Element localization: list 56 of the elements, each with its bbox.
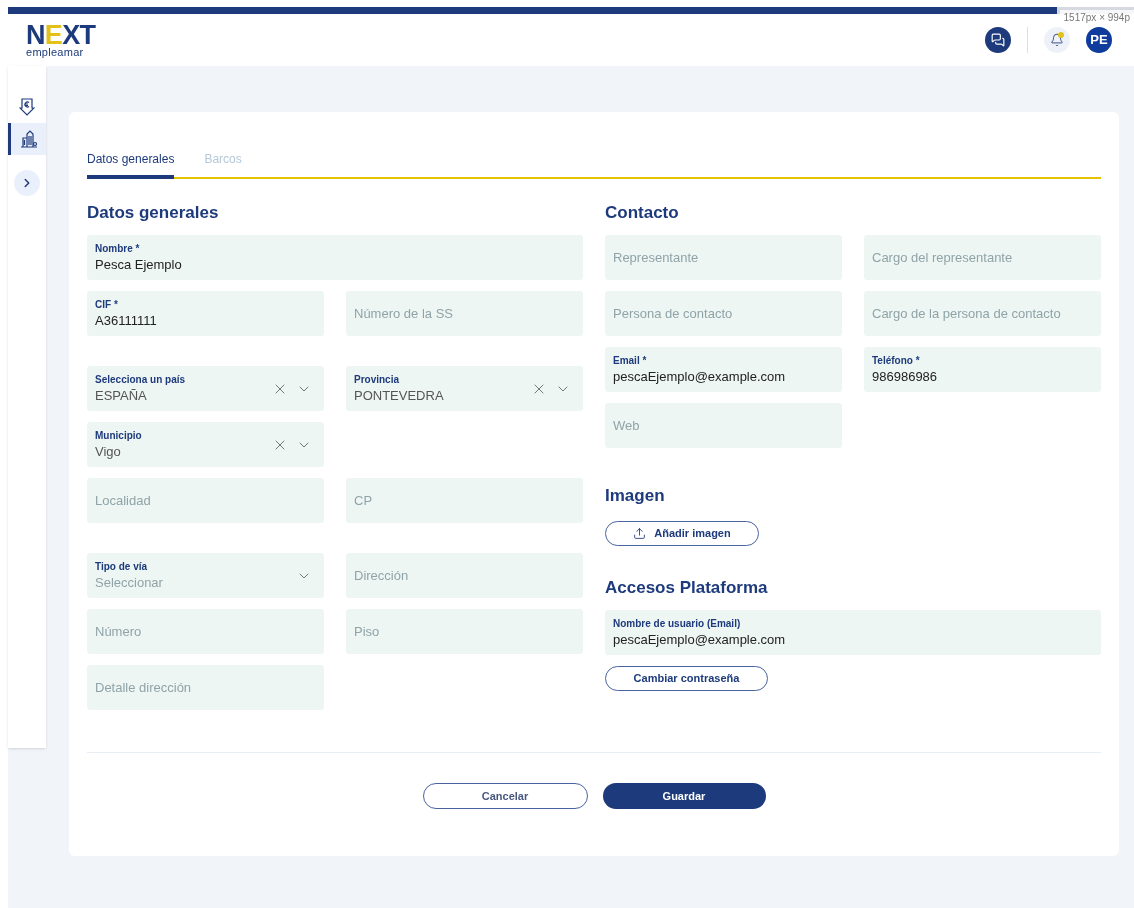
field-label: Nombre de usuario (Email)	[613, 616, 742, 631]
field-placeholder: Localidad	[95, 491, 152, 510]
field-placeholder: Persona de contacto	[613, 304, 734, 323]
field-value: 986986986	[872, 367, 939, 386]
field-placeholder: Seleccionar	[95, 573, 164, 592]
input-field[interactable]: Nombre * Pesca Ejemplo	[87, 235, 583, 280]
expand-sidebar-button[interactable]	[14, 170, 40, 196]
field-label: Municipio	[95, 428, 143, 443]
field-label: CIF *	[95, 297, 119, 312]
select-field[interactable]: Provincia PONTEVEDRA	[346, 366, 583, 411]
section-heading: Imagen	[605, 486, 666, 506]
field-placeholder: Web	[613, 416, 641, 435]
section-heading: Datos generales	[87, 203, 220, 223]
bell-icon	[1050, 33, 1064, 47]
field-placeholder: Detalle dirección	[95, 678, 193, 697]
field-placeholder: Dirección	[354, 566, 410, 585]
field-placeholder: Piso	[354, 622, 381, 641]
field-placeholder: CP	[354, 491, 374, 510]
field-placeholder: Número	[95, 622, 143, 641]
dimension-overlay: 1517px × 994p	[1059, 10, 1134, 25]
section-heading: Contacto	[605, 203, 680, 223]
field-value: Vigo	[95, 442, 122, 461]
euro-down-arrow-icon	[19, 98, 35, 116]
sidebar-item[interactable]	[8, 123, 46, 155]
input-field[interactable]: CIF * A36111111	[87, 291, 324, 336]
user-avatar[interactable]: PE	[1086, 27, 1112, 53]
field-label: Provincia	[354, 372, 401, 387]
field-value: A36111111	[95, 311, 158, 330]
select-field[interactable]: Tipo de vía Seleccionar	[87, 553, 324, 598]
chat-button[interactable]	[985, 27, 1011, 53]
buildings-icon	[19, 130, 38, 148]
save-button[interactable]: Guardar	[602, 783, 766, 809]
notifications-button[interactable]	[1044, 27, 1070, 53]
field-label: Teléfono *	[872, 353, 921, 368]
field-label: Nombre *	[95, 241, 141, 256]
field-placeholder: Cargo de la persona de contacto	[872, 304, 1062, 323]
input-field[interactable]: Email * pescaEjemplo@example.com	[605, 347, 842, 392]
field-value: PONTEVEDRA	[354, 386, 445, 405]
input-field[interactable]: Nombre de usuario (Email) pescaEjemplo@example.com	[605, 610, 1101, 655]
upload-icon	[633, 527, 647, 540]
chat-icon	[991, 33, 1005, 47]
section-heading: Accesos Plataforma	[605, 578, 769, 598]
field-label: Tipo de vía	[95, 559, 149, 574]
field-placeholder: Cargo del representante	[872, 248, 1014, 267]
field-placeholder: Número de la SS	[354, 304, 454, 323]
field-label: Selecciona un país	[95, 372, 187, 387]
tab[interactable]: Datos generales	[87, 150, 175, 179]
field-label: Email *	[613, 353, 648, 368]
field-value: ESPAÑA	[95, 386, 148, 405]
field-value: Pesca Ejemplo	[95, 255, 183, 274]
select-field[interactable]: Municipio Vigo	[87, 422, 324, 467]
field-value: pescaEjemplo@example.com	[613, 630, 787, 649]
input-field[interactable]: Teléfono * 986986986	[864, 347, 1101, 392]
field-value: pescaEjemplo@example.com	[613, 367, 787, 386]
select-field[interactable]: Selecciona un país ESPAÑA	[87, 366, 324, 411]
field-placeholder: Representante	[613, 248, 700, 267]
